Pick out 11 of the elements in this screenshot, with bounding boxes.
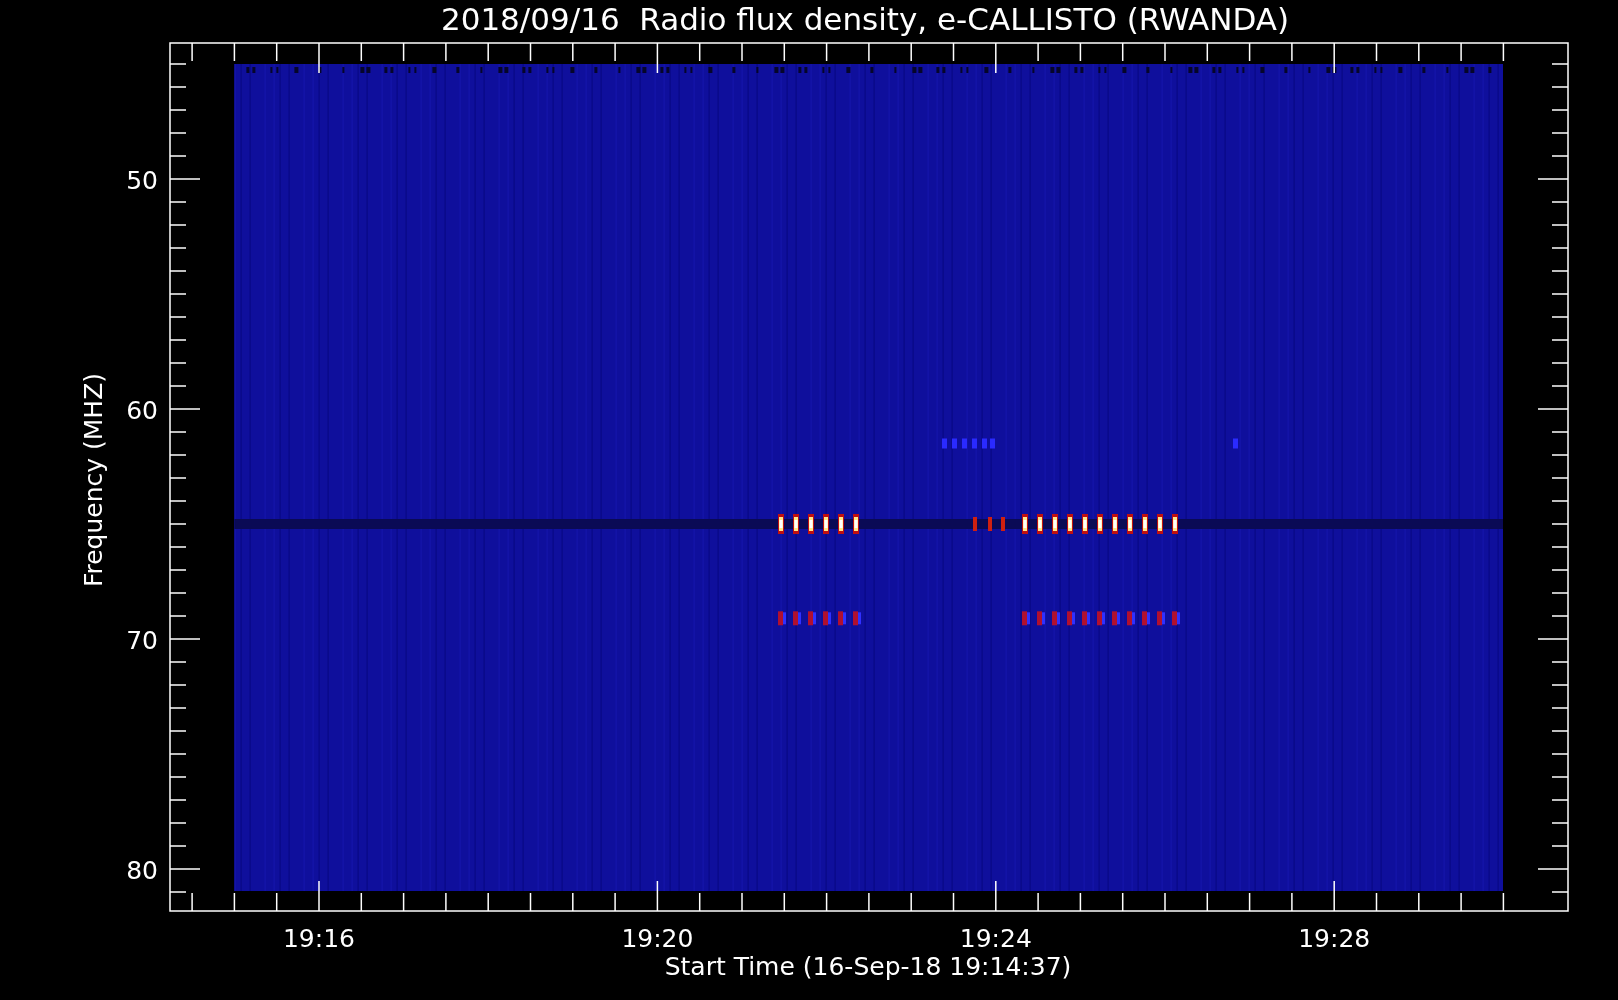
axis-label: Frequency (MHZ) <box>79 372 108 588</box>
tick-label: 80 <box>126 856 158 885</box>
tick-label: 70 <box>126 626 158 655</box>
tick-label: 19:16 <box>283 924 355 953</box>
axis-label: Start Time (16-Sep-18 19:14:37) <box>664 952 1072 981</box>
tick-label: 60 <box>126 396 158 425</box>
tick-label: 50 <box>126 166 158 195</box>
tick-label: 19:28 <box>1298 924 1371 953</box>
tick-label: 19:20 <box>621 924 694 953</box>
tick-label: 19:24 <box>959 924 1032 953</box>
plot-title: 2018/09/16 Radio flux density, e-CALLISTO (RWANDA) <box>440 1 1290 37</box>
